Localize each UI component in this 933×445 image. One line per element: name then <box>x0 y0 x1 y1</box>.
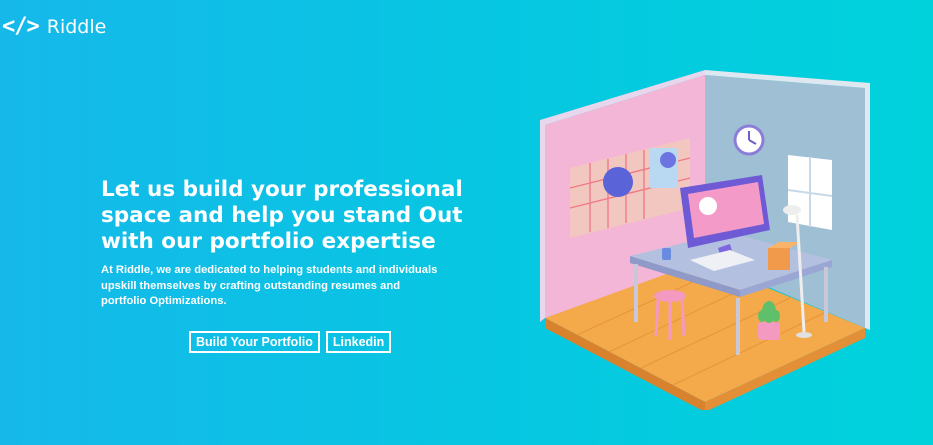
brand-logo[interactable]: </> Riddle <box>2 14 106 39</box>
hero-section: Let us build your professional space and… <box>101 177 481 310</box>
linkedin-button[interactable]: Linkedin <box>325 331 392 353</box>
hero-description: At Riddle, we are dedicated to helping s… <box>101 263 481 310</box>
headline-line-2: space and help you stand Out <box>101 203 463 228</box>
description-line-1: At Riddle, we are dedicated to helping s… <box>101 264 438 276</box>
description-line-3: portfolio Optimizations. <box>101 295 227 307</box>
hero-actions: Build Your Portfolio Linkedin <box>189 331 392 353</box>
isometric-room-illustration <box>540 70 870 410</box>
code-brackets-icon: </> <box>2 14 40 39</box>
build-portfolio-button[interactable]: Build Your Portfolio <box>189 331 320 353</box>
hero-headline: Let us build your professional space and… <box>101 177 481 255</box>
brand-name: Riddle <box>46 15 107 38</box>
headline-line-1: Let us build your professional <box>101 177 463 202</box>
description-line-2: upskill themselves by crafting outstandi… <box>101 279 401 292</box>
headline-line-3: with our portfolio expertise <box>101 229 436 254</box>
